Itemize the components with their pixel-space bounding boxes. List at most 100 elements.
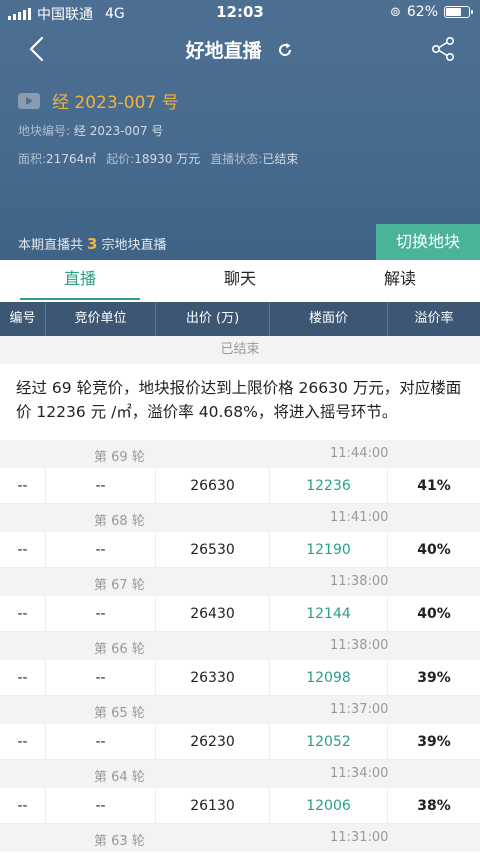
period-suffix: 宗地块直播: [101, 238, 167, 253]
period-prefix: 本期直播共: [18, 238, 84, 253]
row-premium: 41%: [417, 478, 451, 494]
row-bidder: --: [46, 788, 156, 824]
nav-bar: 好地直播: [0, 26, 480, 72]
table-row: -- -- 26330 12098 39%: [0, 660, 480, 696]
lot-id-value: 经 2023-007 号: [73, 124, 164, 138]
row-floor-price: 12098: [270, 660, 388, 696]
tab-chat[interactable]: 聊天: [180, 260, 300, 302]
round-header: 第 67 轮 11:38:00: [0, 568, 480, 596]
tab-chat-label: 聊天: [223, 269, 256, 288]
row-floor-price: 12190: [270, 532, 388, 568]
row-bid: 26130: [156, 788, 270, 824]
row-number: --: [0, 724, 46, 760]
period-count-number: 3: [87, 235, 98, 253]
row-premium: 38%: [417, 798, 451, 814]
row-bidder: --: [46, 660, 156, 696]
round-time: 11:37:00: [330, 702, 389, 717]
active-tab-indicator: [20, 298, 140, 300]
row-floor-price: 12236: [270, 468, 388, 504]
round-number: 第 64 轮: [94, 770, 145, 785]
tab-live-label: 直播: [63, 269, 96, 288]
row-premium: 40%: [417, 606, 451, 622]
row-number: --: [0, 596, 46, 632]
table-row: -- -- 26230 12052 39%: [0, 724, 480, 760]
battery-icon: [444, 6, 473, 18]
col-premium: 溢价率: [414, 311, 454, 326]
col-number: 编号: [0, 302, 46, 336]
row-bidder: --: [46, 596, 156, 632]
round-time: 11:38:00: [330, 574, 389, 589]
round-header: 第 63 轮 11:31:00: [0, 824, 480, 852]
row-premium: 40%: [417, 542, 451, 558]
live-status-label: 直播状态:: [210, 152, 263, 166]
table-row: -- -- 26630 12236 41%: [0, 468, 480, 504]
row-premium: 39%: [417, 670, 451, 686]
round-number: 第 68 轮: [94, 514, 145, 529]
tab-bar: 直播 聊天 解读: [0, 260, 480, 302]
tab-analysis[interactable]: 解读: [340, 260, 460, 302]
video-play-icon: [18, 92, 40, 109]
status-bar: 中国联通 4G 12:03 ⊚ 62%: [0, 0, 480, 26]
start-price-label: 起价:: [106, 152, 135, 166]
switch-lot-button[interactable]: 切换地块: [376, 224, 480, 260]
row-number: --: [0, 468, 46, 504]
start-price-value: 18930 万元: [134, 152, 201, 166]
share-icon[interactable]: [430, 36, 456, 62]
orientation-lock-icon: ⊚: [389, 4, 401, 20]
tab-live[interactable]: 直播: [20, 260, 140, 302]
table-header: 编号 竞价单位 出价 (万) 楼面价 溢价率: [0, 302, 480, 336]
live-status-value: 已结束: [262, 152, 299, 166]
header-panel: 中国联通 4G 12:03 ⊚ 62% 好地直播 经 2023-007 号 地块…: [0, 0, 480, 260]
col-bidder: 竞价单位: [46, 302, 156, 336]
row-floor-price: 12144: [270, 596, 388, 632]
round-number: 第 67 轮: [94, 578, 145, 593]
auction-summary: 经过 69 轮竞价，地块报价达到上限价格 26630 万元，对应楼面价 1223…: [16, 379, 462, 421]
round-header: 第 64 轮 11:34:00: [0, 760, 480, 788]
row-bid: 26430: [156, 596, 270, 632]
round-time: 11:34:00: [330, 766, 389, 781]
round-time: 11:41:00: [330, 510, 389, 525]
row-bid: 26530: [156, 532, 270, 568]
round-header: 第 65 轮 11:37:00: [0, 696, 480, 724]
table-row: -- -- 26530 12190 40%: [0, 532, 480, 568]
area-value: 21764㎡: [46, 152, 97, 166]
period-count: 本期直播共 3 宗地块直播: [18, 234, 166, 253]
row-bid: 26230: [156, 724, 270, 760]
refresh-icon[interactable]: [276, 41, 294, 59]
round-number: 第 65 轮: [94, 706, 145, 721]
table-row: -- -- 26130 12006 38%: [0, 788, 480, 824]
col-bid: 出价 (万): [156, 302, 270, 336]
lot-name: 经 2023-007 号: [52, 93, 179, 113]
battery-percent: 62%: [406, 4, 438, 20]
round-number: 第 66 轮: [94, 642, 145, 657]
tab-analysis-label: 解读: [383, 269, 416, 288]
page-title: 好地直播: [185, 40, 262, 62]
lot-id-label: 地块编号:: [18, 124, 71, 138]
row-bidder: --: [46, 724, 156, 760]
row-number: --: [0, 788, 46, 824]
row-number: --: [0, 532, 46, 568]
row-bidder: --: [46, 532, 156, 568]
ended-banner: 已结束: [0, 336, 480, 364]
row-floor-price: 12052: [270, 724, 388, 760]
round-number: 第 63 轮: [94, 834, 145, 849]
row-number: --: [0, 660, 46, 696]
lot-title: 经 2023-007 号: [18, 88, 179, 113]
table-row: -- -- 26430 12144 40%: [0, 596, 480, 632]
col-floor-price: 楼面价: [270, 302, 388, 336]
row-premium: 39%: [417, 734, 451, 750]
round-time: 11:38:00: [330, 638, 389, 653]
round-time: 11:44:00: [330, 446, 389, 461]
row-floor-price: 12006: [270, 788, 388, 824]
row-bid: 26630: [156, 468, 270, 504]
round-time: 11:31:00: [330, 830, 389, 845]
area-label: 面积:: [18, 152, 47, 166]
round-number: 第 69 轮: [94, 450, 145, 465]
row-bidder: --: [46, 468, 156, 504]
row-bid: 26330: [156, 660, 270, 696]
round-header: 第 66 轮 11:38:00: [0, 632, 480, 660]
lot-meta-row: 面积:21764㎡ 起价:18930 万元 直播状态:已结束: [18, 150, 298, 167]
round-header: 第 69 轮 11:44:00: [0, 440, 480, 468]
lot-id-row: 地块编号: 经 2023-007 号: [18, 122, 163, 139]
round-header: 第 68 轮 11:41:00: [0, 504, 480, 532]
